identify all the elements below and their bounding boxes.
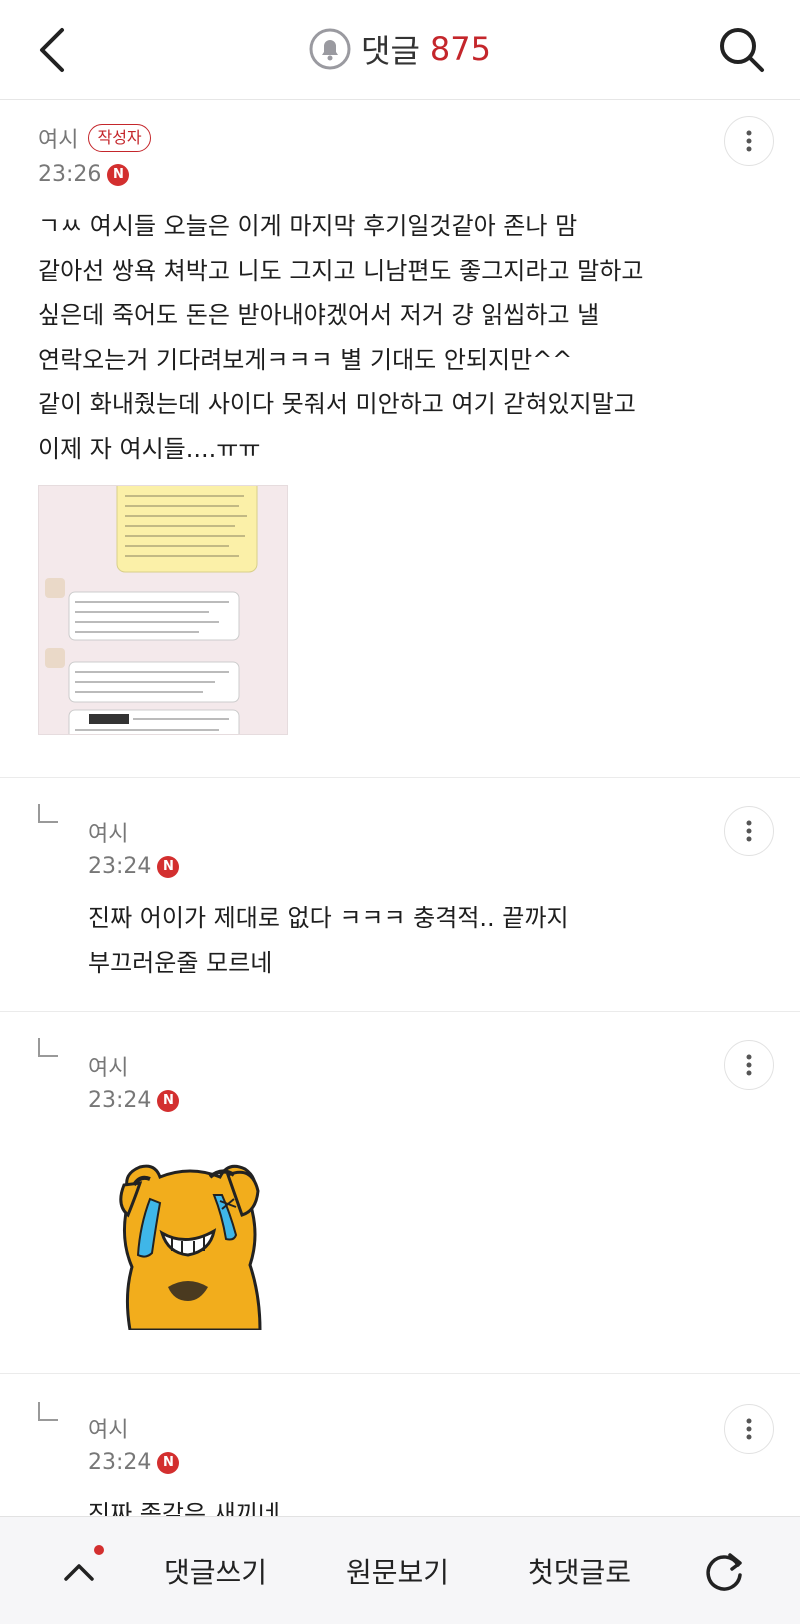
comment-author-row: 여시 작성자: [38, 122, 151, 154]
new-badge: N: [107, 163, 130, 186]
comment-time: 23:26: [38, 162, 102, 187]
new-badge: N: [157, 1451, 180, 1474]
crying-bear-emoticon: [119, 1164, 262, 1330]
more-options-button[interactable]: [724, 806, 774, 856]
search-button[interactable]: [714, 22, 770, 78]
more-vertical-icon: [746, 1054, 752, 1076]
comment-time-row: 23:24 N: [88, 1450, 180, 1475]
header: 댓글 875: [0, 0, 800, 100]
more-options-button[interactable]: [724, 116, 774, 166]
comment-time-row: 23:26 N: [38, 162, 130, 187]
more-vertical-icon: [746, 820, 752, 842]
comment-time: 23:24: [88, 854, 152, 879]
comment-author[interactable]: 여시: [38, 122, 78, 154]
refresh-icon: [706, 1553, 742, 1591]
more-options-button[interactable]: [724, 1404, 774, 1454]
comment-time: 23:24: [88, 1450, 152, 1475]
chat-screenshot-image[interactable]: [38, 485, 288, 735]
more-options-button[interactable]: [724, 1040, 774, 1090]
writer-badge: 작성자: [88, 124, 151, 152]
view-original-button[interactable]: 원문보기: [346, 1551, 449, 1591]
comment-text: 진짜 어이가 제대로 없다 ㅋㅋㅋ 충격적.. 끝까지 부끄러운줄 모르네: [88, 904, 569, 977]
comment-author-row: 여시: [88, 816, 128, 848]
page-title: 댓글: [361, 32, 420, 70]
bottom-toolbar: 댓글쓰기 원문보기 첫댓글로: [0, 1516, 800, 1624]
more-vertical-icon: [746, 130, 752, 152]
comment-author[interactable]: 여시: [88, 1050, 128, 1082]
comment-author[interactable]: 여시: [88, 816, 128, 848]
reply-item: 여시 23:24 N 진짜 어이가 제대로 없다 ㅋㅋㅋ 충격적.. 끝까지 부…: [0, 778, 800, 1012]
comment-time: 23:24: [88, 1088, 152, 1113]
comment-author[interactable]: 여시: [88, 1412, 128, 1444]
comment-count: 875: [429, 30, 491, 68]
comment-author-row: 여시: [88, 1050, 128, 1082]
comment-text: ㄱㅆ 여시들 오늘은 이게 마지막 후기일것같아 존나 맘 같아선 쌍욕 쳐박고…: [38, 212, 644, 463]
new-badge: N: [157, 1089, 180, 1112]
header-title-area: 댓글 875: [0, 26, 800, 74]
comment-time-row: 23:24 N: [88, 1088, 180, 1113]
write-comment-button[interactable]: 댓글쓰기: [164, 1551, 267, 1591]
first-comment-button[interactable]: 첫댓글로: [528, 1551, 631, 1591]
search-icon: [720, 28, 764, 72]
new-badge: N: [157, 855, 180, 878]
reply-arrow-icon: [38, 804, 58, 823]
refresh-button[interactable]: [700, 1547, 748, 1595]
reply-arrow-icon: [38, 1038, 58, 1057]
more-vertical-icon: [746, 1418, 752, 1440]
comment-author-row: 여시: [88, 1412, 128, 1444]
notification-dot: [94, 1545, 104, 1555]
comment-time-row: 23:24 N: [88, 854, 180, 879]
reply-item: 여시 23:24 N 진짜 좃같은 새끼네: [0, 1374, 800, 1528]
bell-icon[interactable]: [309, 28, 351, 70]
reply-arrow-icon: [38, 1402, 58, 1421]
